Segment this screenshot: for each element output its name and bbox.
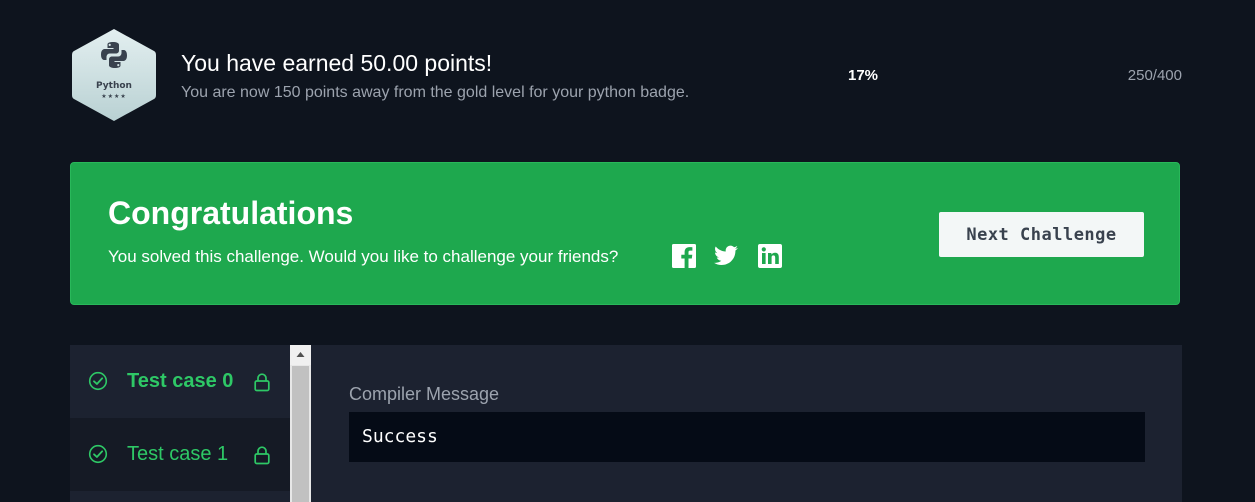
python-badge: Python ★★★★ (70, 27, 158, 123)
congratulations-banner: Congratulations You solved this challeng… (70, 162, 1180, 305)
linkedin-icon[interactable] (757, 243, 783, 269)
congratulations-message: You solved this challenge. Would you lik… (108, 247, 619, 266)
test-results-panel: Test case 0 Test case 1 Compiler Message (70, 345, 1182, 502)
progress-count: 250/400 (1127, 67, 1182, 84)
lock-icon (254, 373, 270, 392)
test-case-list: Test case 0 Test case 1 (70, 345, 290, 502)
compiler-message-label: Compiler Message (349, 384, 500, 404)
test-case-label: Test case 1 (127, 443, 229, 465)
progress-percent: 17% (848, 67, 879, 84)
test-case-label: Test case 0 (127, 370, 234, 392)
twitter-icon[interactable] (713, 243, 739, 269)
next-challenge-button[interactable]: Next Challenge (939, 212, 1144, 257)
facebook-icon[interactable] (671, 243, 697, 269)
test-case-item[interactable]: Test case 1 (70, 418, 290, 491)
badge-stars: ★★★★ (101, 94, 127, 100)
hexagon-badge-icon (72, 29, 156, 121)
compiler-message-text: Success (362, 426, 438, 447)
badge-label: Python (96, 81, 132, 91)
congratulations-title: Congratulations (108, 195, 354, 231)
check-circle-icon (88, 444, 108, 464)
test-case-item[interactable]: Test case 0 (70, 345, 290, 418)
test-case-scrollbar[interactable] (290, 345, 311, 502)
check-circle-icon (88, 371, 108, 391)
scroll-up-arrow-icon[interactable] (290, 345, 311, 365)
points-earned-title: You have earned 50.00 points! (181, 50, 493, 76)
scrollbar-thumb[interactable] (292, 366, 309, 502)
compiler-message-output: Success (349, 412, 1145, 462)
lock-icon (254, 446, 270, 465)
points-earned-subtitle: You are now 150 points away from the gol… (181, 84, 690, 101)
